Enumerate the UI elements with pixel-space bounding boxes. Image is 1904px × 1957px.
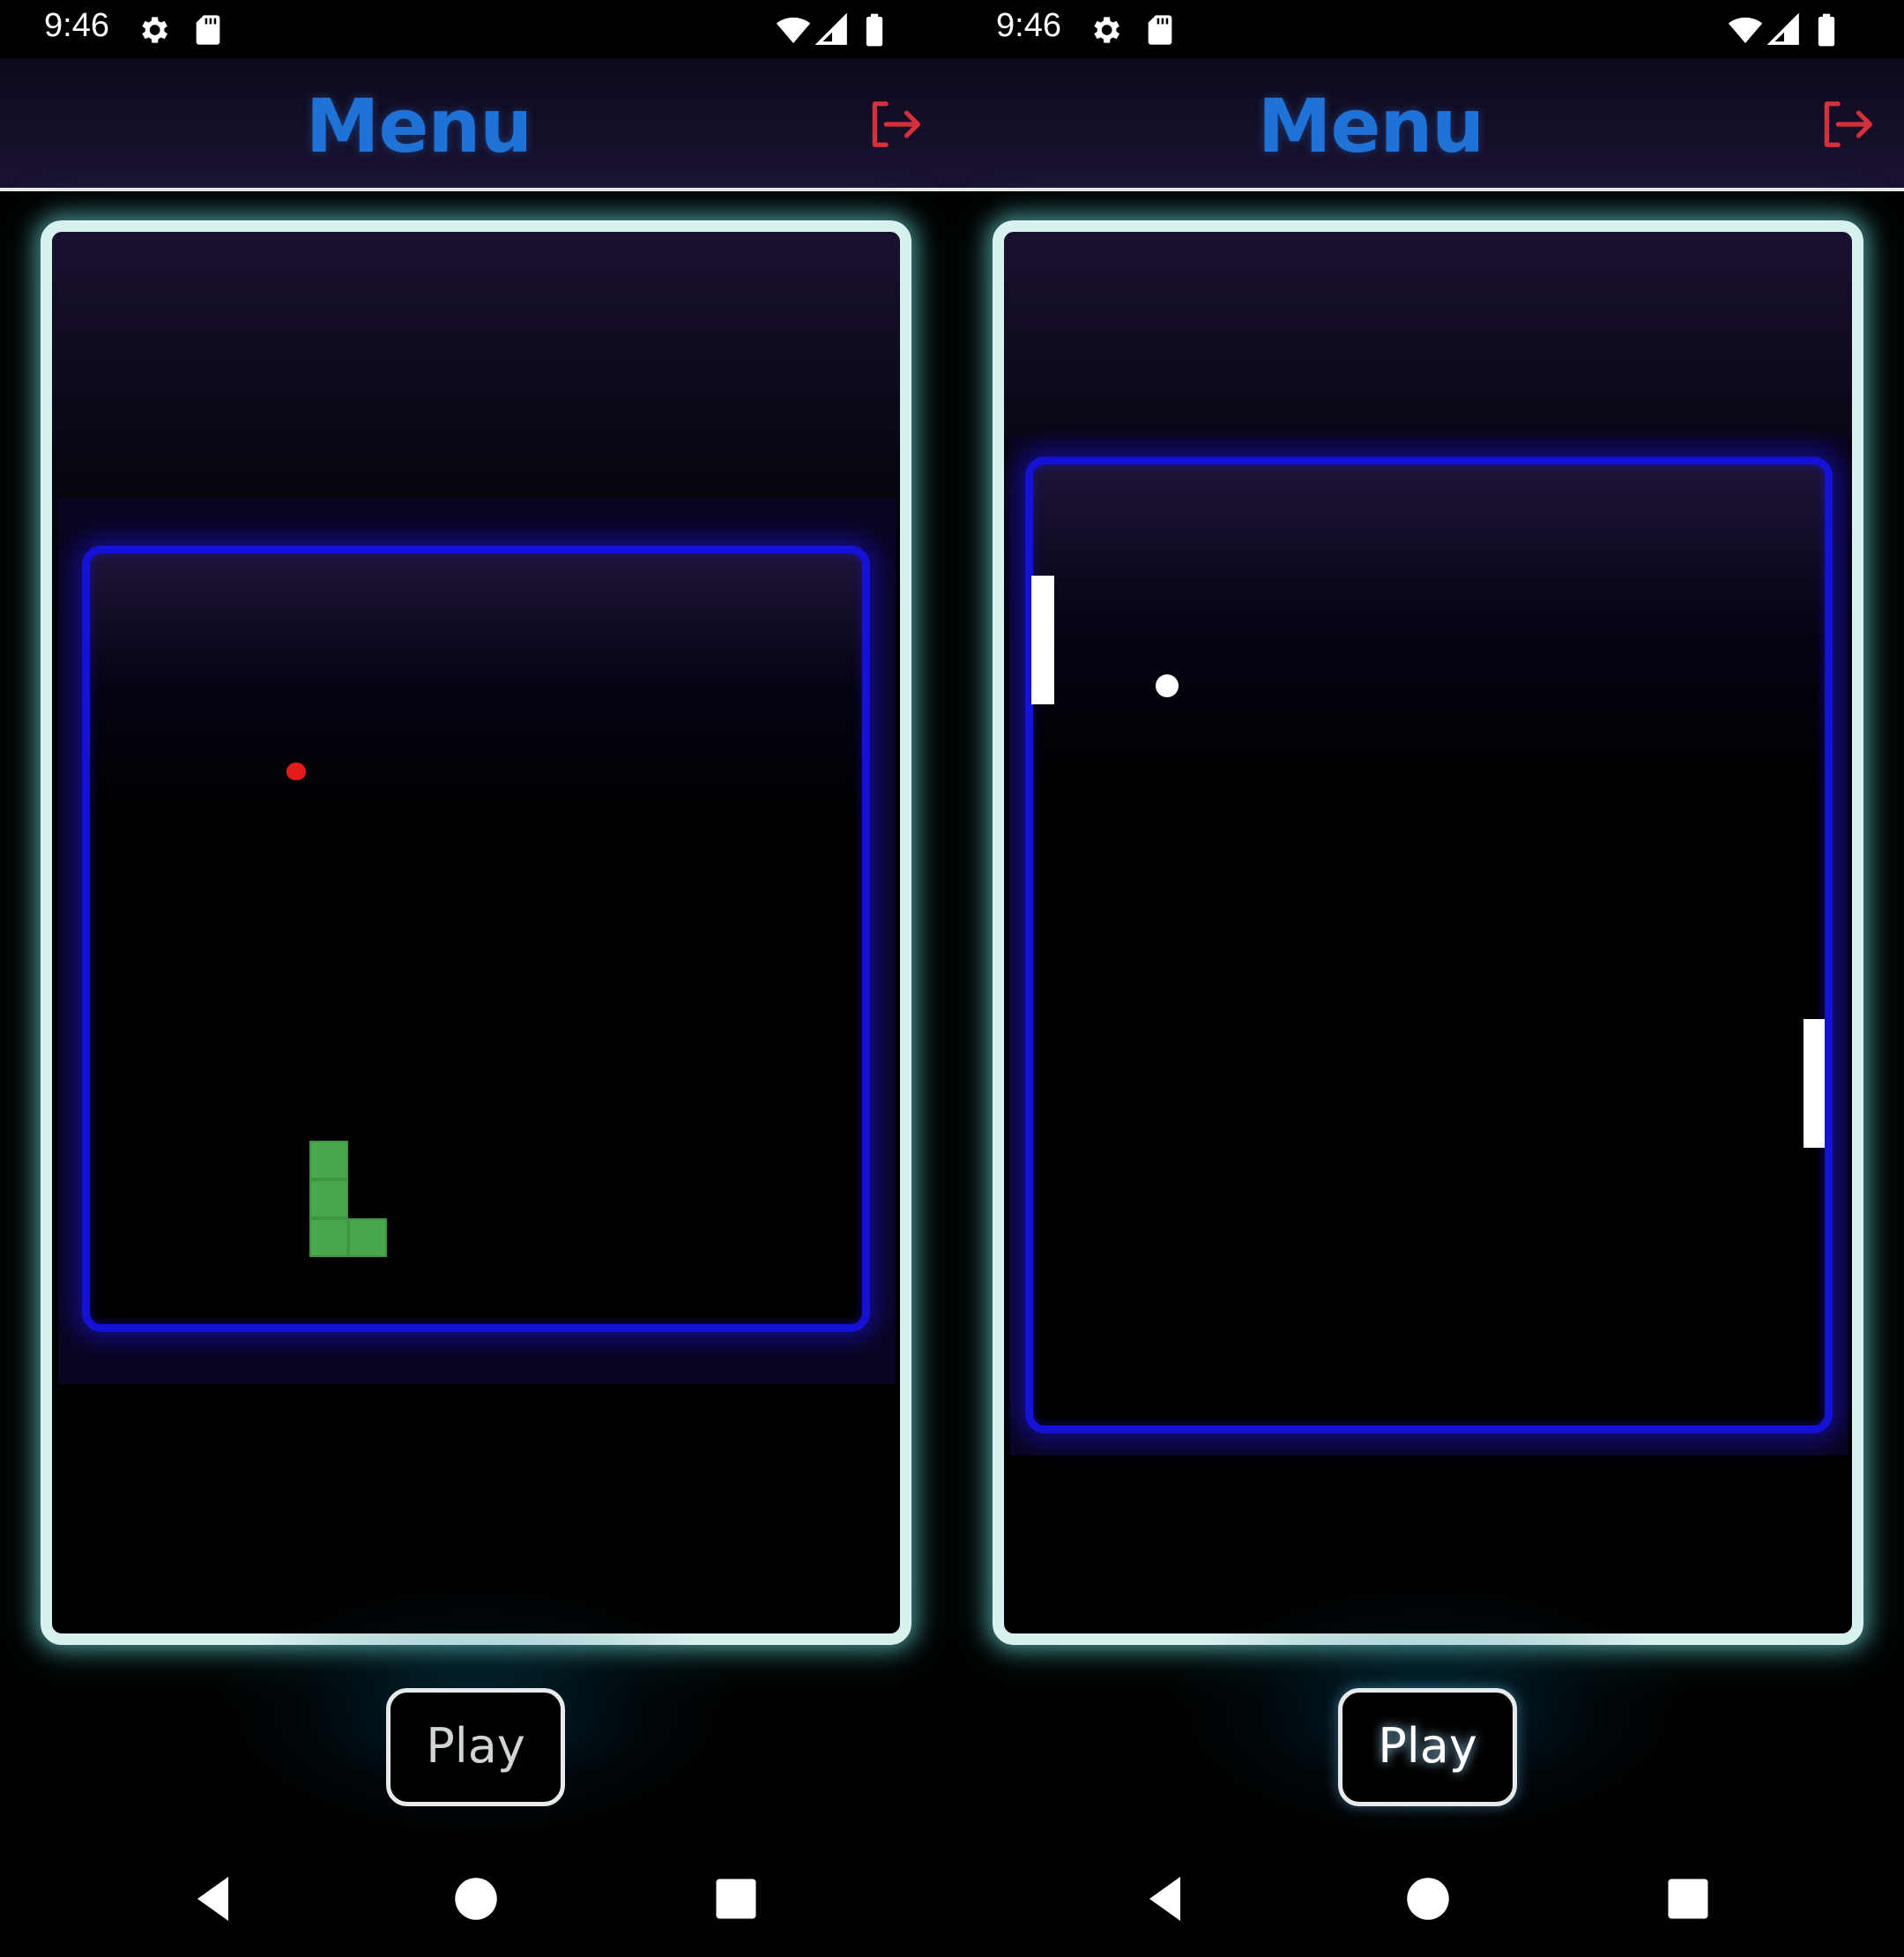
play-button[interactable]: Play [386, 1688, 565, 1806]
status-time: 9:46 [44, 7, 109, 44]
back-button[interactable] [1141, 1872, 1194, 1925]
gear-icon [136, 12, 171, 48]
logout-button[interactable] [1818, 97, 1872, 152]
snake-segment [309, 1218, 348, 1257]
battery-icon [1809, 12, 1844, 48]
snake-segment [309, 1141, 348, 1179]
app-header: Menu [0, 58, 952, 189]
status-bar: 9:46 [952, 0, 1904, 58]
recents-button[interactable] [1662, 1872, 1714, 1925]
right-paddle [1804, 1019, 1825, 1148]
sd-card-icon [1142, 12, 1178, 48]
ball [1156, 674, 1179, 697]
sd-card-icon [190, 12, 226, 48]
logout-icon [872, 101, 920, 147]
home-icon [1407, 1878, 1449, 1920]
back-button[interactable] [189, 1872, 242, 1925]
play-button[interactable]: Play [1338, 1688, 1517, 1806]
screen-pong-menu: 9:46 Menu Play [952, 0, 1904, 1957]
snake-segment [309, 1179, 348, 1218]
recents-icon [716, 1879, 756, 1919]
back-icon [1149, 1877, 1180, 1921]
snake-arena [82, 546, 870, 1332]
battery-icon [857, 12, 892, 48]
recents-button[interactable] [710, 1872, 762, 1925]
page-title: Menu [1257, 83, 1484, 169]
snake-segment [348, 1218, 387, 1257]
game-preview-card[interactable] [993, 220, 1863, 1645]
nav-bar [952, 1841, 1904, 1957]
status-bar: 9:46 [0, 0, 952, 58]
recents-icon [1668, 1879, 1708, 1919]
status-time: 9:46 [996, 7, 1061, 44]
wifi-icon [1728, 12, 1763, 48]
home-icon [455, 1878, 497, 1920]
wifi-icon [776, 12, 811, 48]
logout-icon [1824, 101, 1872, 147]
signal-icon [1766, 12, 1802, 48]
header-divider [952, 188, 1904, 191]
home-button[interactable] [1402, 1872, 1454, 1925]
food-apple [286, 763, 306, 780]
pong-arena [1025, 457, 1833, 1433]
home-button[interactable] [450, 1872, 502, 1925]
nav-bar [0, 1841, 952, 1957]
header-divider [0, 188, 952, 191]
screen-snake-menu: 9:46 Menu Play [0, 0, 952, 1957]
signal-icon [814, 12, 850, 48]
logout-button[interactable] [866, 97, 920, 152]
game-preview-card[interactable] [41, 220, 911, 1645]
back-icon [197, 1877, 228, 1921]
left-paddle [1031, 576, 1054, 704]
app-header: Menu [952, 58, 1904, 189]
gear-icon [1088, 12, 1123, 48]
page-title: Menu [305, 83, 532, 169]
